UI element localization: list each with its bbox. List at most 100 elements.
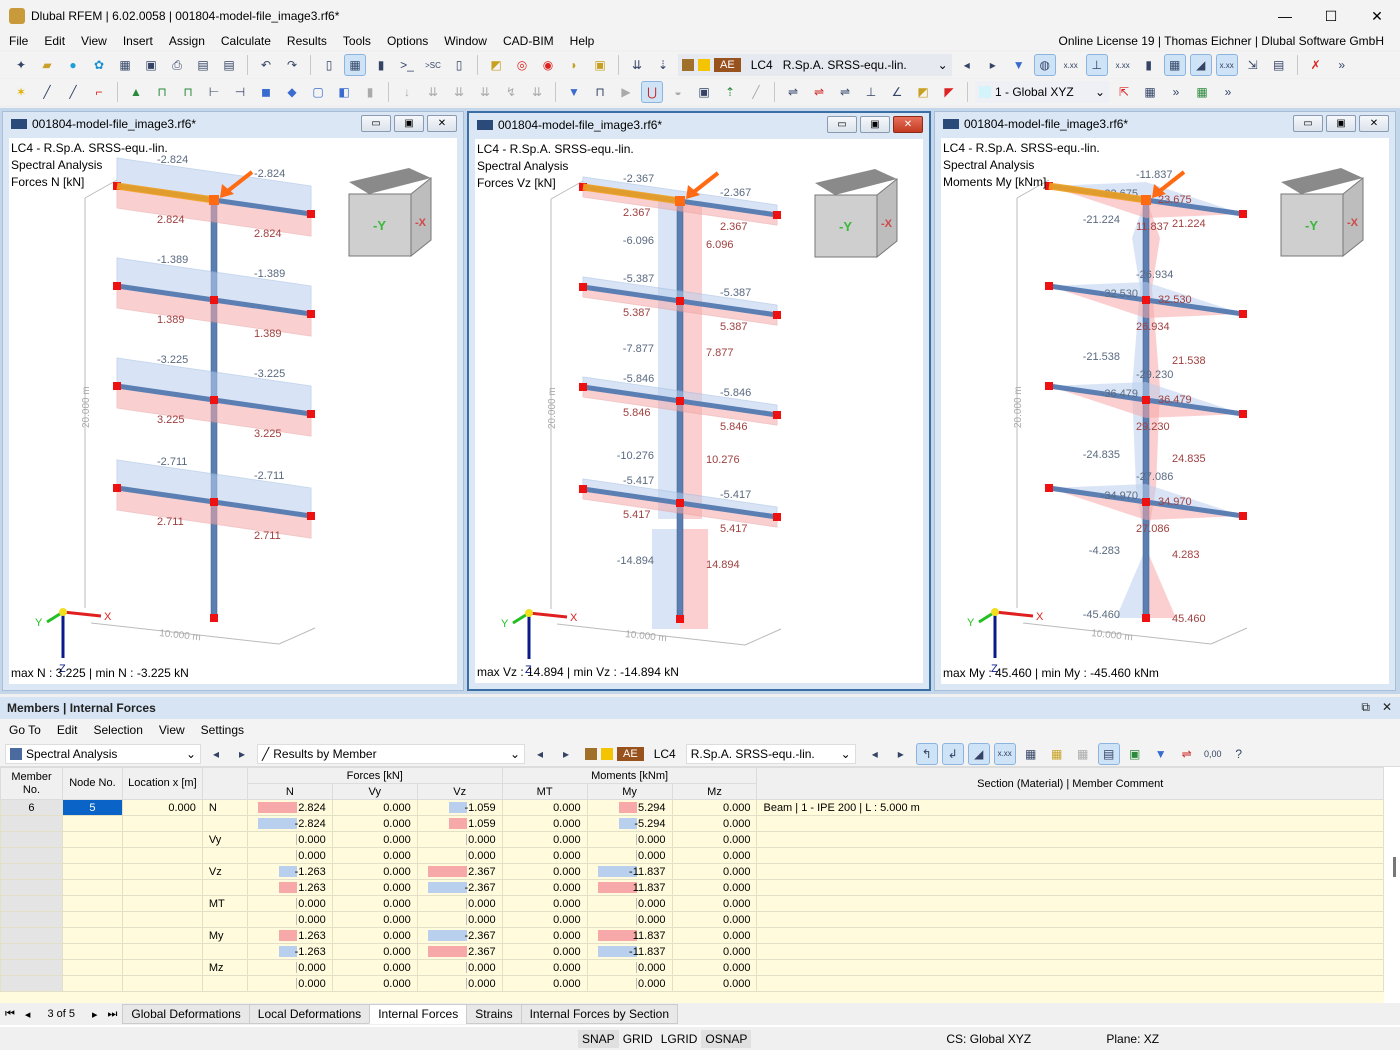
value-cell-Mz[interactable]: 0.000: [671, 975, 758, 992]
col-N[interactable]: N: [246, 783, 333, 800]
result-type-cell[interactable]: My: [201, 927, 248, 944]
panel-menu-selection[interactable]: Selection: [85, 723, 150, 737]
close-button[interactable]: ✕: [1354, 0, 1400, 32]
value-cell-Vz[interactable]: 2.367: [416, 943, 503, 960]
first-page-icon[interactable]: ⏮: [0, 1008, 20, 1021]
member-no-cell[interactable]: [0, 863, 63, 880]
value-cell-MT[interactable]: 0.000: [501, 879, 588, 896]
tab-internal-forces[interactable]: Internal Forces: [369, 1004, 468, 1024]
value-cell-Mz[interactable]: 0.000: [671, 911, 758, 928]
location-cell[interactable]: [121, 879, 203, 896]
col-My[interactable]: My: [586, 783, 673, 800]
location-cell[interactable]: 0.000: [121, 799, 203, 816]
print-icon[interactable]: ⎙: [166, 54, 188, 76]
frame-icon[interactable]: ▢: [307, 81, 329, 103]
member-icon[interactable]: ╱: [62, 81, 84, 103]
result-type-cell[interactable]: [201, 975, 248, 992]
value-cell-N[interactable]: -1.263: [246, 863, 333, 880]
prev-arrow-icon[interactable]: ◂: [205, 743, 227, 765]
value-cell-Mz[interactable]: 0.000: [671, 799, 758, 816]
value-cell-Vz[interactable]: 1.059: [416, 815, 503, 832]
diagram-icon[interactable]: ◢: [967, 742, 990, 765]
value-cell-N[interactable]: -2.824: [246, 815, 333, 832]
tab-global-deformations[interactable]: Global Deformations: [122, 1004, 250, 1024]
load-icon[interactable]: ⇣: [652, 54, 674, 76]
value-cell-N[interactable]: 1.263: [246, 879, 333, 896]
tab-internal-forces-by-section[interactable]: Internal Forces by Section: [520, 1004, 678, 1024]
location-cell[interactable]: [121, 815, 203, 832]
document-icon[interactable]: ▤: [218, 54, 240, 76]
ruler-icon[interactable]: ▤: [1268, 54, 1290, 76]
value-cell-Vy[interactable]: 0.000: [331, 927, 418, 944]
result-type-cell[interactable]: [201, 879, 248, 896]
section-results-icon[interactable]: ⇲: [1242, 54, 1264, 76]
pane-close-button[interactable]: ✕: [893, 116, 923, 133]
menu-file[interactable]: File: [0, 34, 35, 48]
value-cell-Vz[interactable]: 2.367: [416, 863, 503, 880]
load-solid-icon[interactable]: ⇊: [526, 81, 548, 103]
filter-clear-icon[interactable]: ▼: [1008, 54, 1030, 76]
value-cell-MT[interactable]: 0.000: [501, 863, 588, 880]
node-no-cell[interactable]: [61, 895, 123, 912]
node-no-cell[interactable]: [61, 847, 123, 864]
value-cell-Vy[interactable]: 0.000: [331, 863, 418, 880]
line-results-icon[interactable]: ╱: [745, 81, 767, 103]
value-cell-N[interactable]: 0.000: [246, 831, 333, 848]
value-cell-Mz[interactable]: 0.000: [671, 895, 758, 912]
polyline-icon[interactable]: ⌐: [88, 81, 110, 103]
menu-cad-bim[interactable]: CAD-BIM: [494, 34, 561, 48]
node-no-cell[interactable]: [61, 943, 123, 960]
table-highlight-icon[interactable]: ▦: [1046, 743, 1068, 765]
member-no-cell[interactable]: [0, 879, 63, 896]
script-icon[interactable]: >SC: [422, 54, 444, 76]
load-surface-icon[interactable]: ⇊: [474, 81, 496, 103]
table-row[interactable]: -1.263 0.000 2.367 0.000 -11.837 0.000: [0, 943, 1384, 960]
next-page-icon[interactable]: ▸: [87, 1008, 103, 1021]
value-cell-Mz[interactable]: 0.000: [671, 959, 758, 976]
table-gray-icon[interactable]: ▦: [1072, 743, 1094, 765]
report-icon[interactable]: ▤: [192, 54, 214, 76]
table-row[interactable]: Mz 0.000 0.000 0.000 0.000 0.000 0.000: [0, 959, 1384, 976]
location-cell[interactable]: [121, 847, 203, 864]
value-cell-Mz[interactable]: 0.000: [671, 863, 758, 880]
node-no-cell[interactable]: [61, 959, 123, 976]
value-cell-My[interactable]: 0.000: [586, 895, 673, 912]
load-case-selector[interactable]: AE LC4 R.Sp.A. SRSS-equ.-lin. ⌄: [678, 54, 952, 76]
value-cell-Mz[interactable]: 0.000: [671, 943, 758, 960]
support-reactions-icon[interactable]: ⊥: [1085, 54, 1108, 76]
value-cell-N[interactable]: 1.263: [246, 927, 333, 944]
value-cell-MT[interactable]: 0.000: [501, 927, 588, 944]
value-cell-My[interactable]: -11.837: [586, 943, 673, 960]
opening-icon[interactable]: ◆: [281, 81, 303, 103]
target-icon[interactable]: ◎: [511, 54, 533, 76]
value-cell-N[interactable]: 0.000: [246, 895, 333, 912]
line-icon[interactable]: ╱: [36, 81, 58, 103]
comment-cell[interactable]: [756, 911, 1384, 928]
cs-axes-icon[interactable]: ⇱: [1113, 81, 1135, 103]
value-cell-My[interactable]: -11.837: [586, 863, 673, 880]
result-type-cell[interactable]: [201, 815, 248, 832]
value-cell-N[interactable]: 0.000: [246, 911, 333, 928]
tab-strains[interactable]: Strains: [466, 1004, 522, 1024]
location-cell[interactable]: [121, 895, 203, 912]
menu-calculate[interactable]: Calculate: [212, 34, 278, 48]
value-cell-MT[interactable]: 0.000: [501, 911, 588, 928]
result-type-cell[interactable]: N: [201, 799, 248, 816]
comment-cell[interactable]: [756, 927, 1384, 944]
surface-icon[interactable]: ◼: [255, 81, 277, 103]
filter-icon[interactable]: ▼: [563, 81, 585, 103]
col-Vz[interactable]: Vz: [416, 783, 503, 800]
menu-results[interactable]: Results: [278, 34, 334, 48]
last-page-icon[interactable]: ⏭: [103, 1008, 123, 1021]
member-dotted-icon[interactable]: ⇌: [834, 81, 856, 103]
set-results-icon[interactable]: ⊥: [860, 81, 882, 103]
lgrid-toggle[interactable]: LGRID: [657, 1030, 702, 1048]
minimize-button[interactable]: —: [1262, 0, 1308, 32]
viewport-canvas[interactable]: 20.000 m 10.000 m -2.367 -2.367 2.367 2.367 -5…: [475, 139, 923, 683]
value-cell-Vy[interactable]: 0.000: [331, 831, 418, 848]
diagram-values-icon[interactable]: x.xx: [1215, 54, 1238, 76]
node-no-cell[interactable]: [61, 879, 123, 896]
viewport-canvas[interactable]: 20.000 m 10.000 m -2.824 -2.824 2.824 2.824 -1…: [9, 138, 457, 684]
result-values-icon[interactable]: ◍: [1033, 54, 1056, 76]
menu-options[interactable]: Options: [378, 34, 435, 48]
